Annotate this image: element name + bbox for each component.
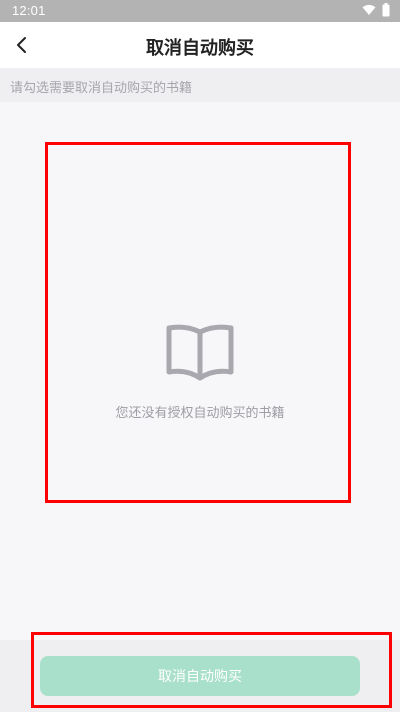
status-bar: 12:01 bbox=[0, 0, 400, 22]
highlight-box-footer bbox=[31, 632, 392, 708]
page-title: 取消自动购买 bbox=[146, 38, 254, 59]
hint-text: 请勾选需要取消自动购买的书籍 bbox=[10, 81, 193, 96]
battery-icon bbox=[382, 3, 390, 17]
highlight-box-empty-state bbox=[45, 142, 351, 503]
app-bar: 取消自动购买 bbox=[0, 22, 400, 68]
wifi-icon bbox=[362, 4, 376, 15]
status-icons bbox=[362, 3, 390, 17]
status-time: 12:01 bbox=[12, 3, 46, 18]
hint-bar: 请勾选需要取消自动购买的书籍 bbox=[0, 68, 400, 102]
